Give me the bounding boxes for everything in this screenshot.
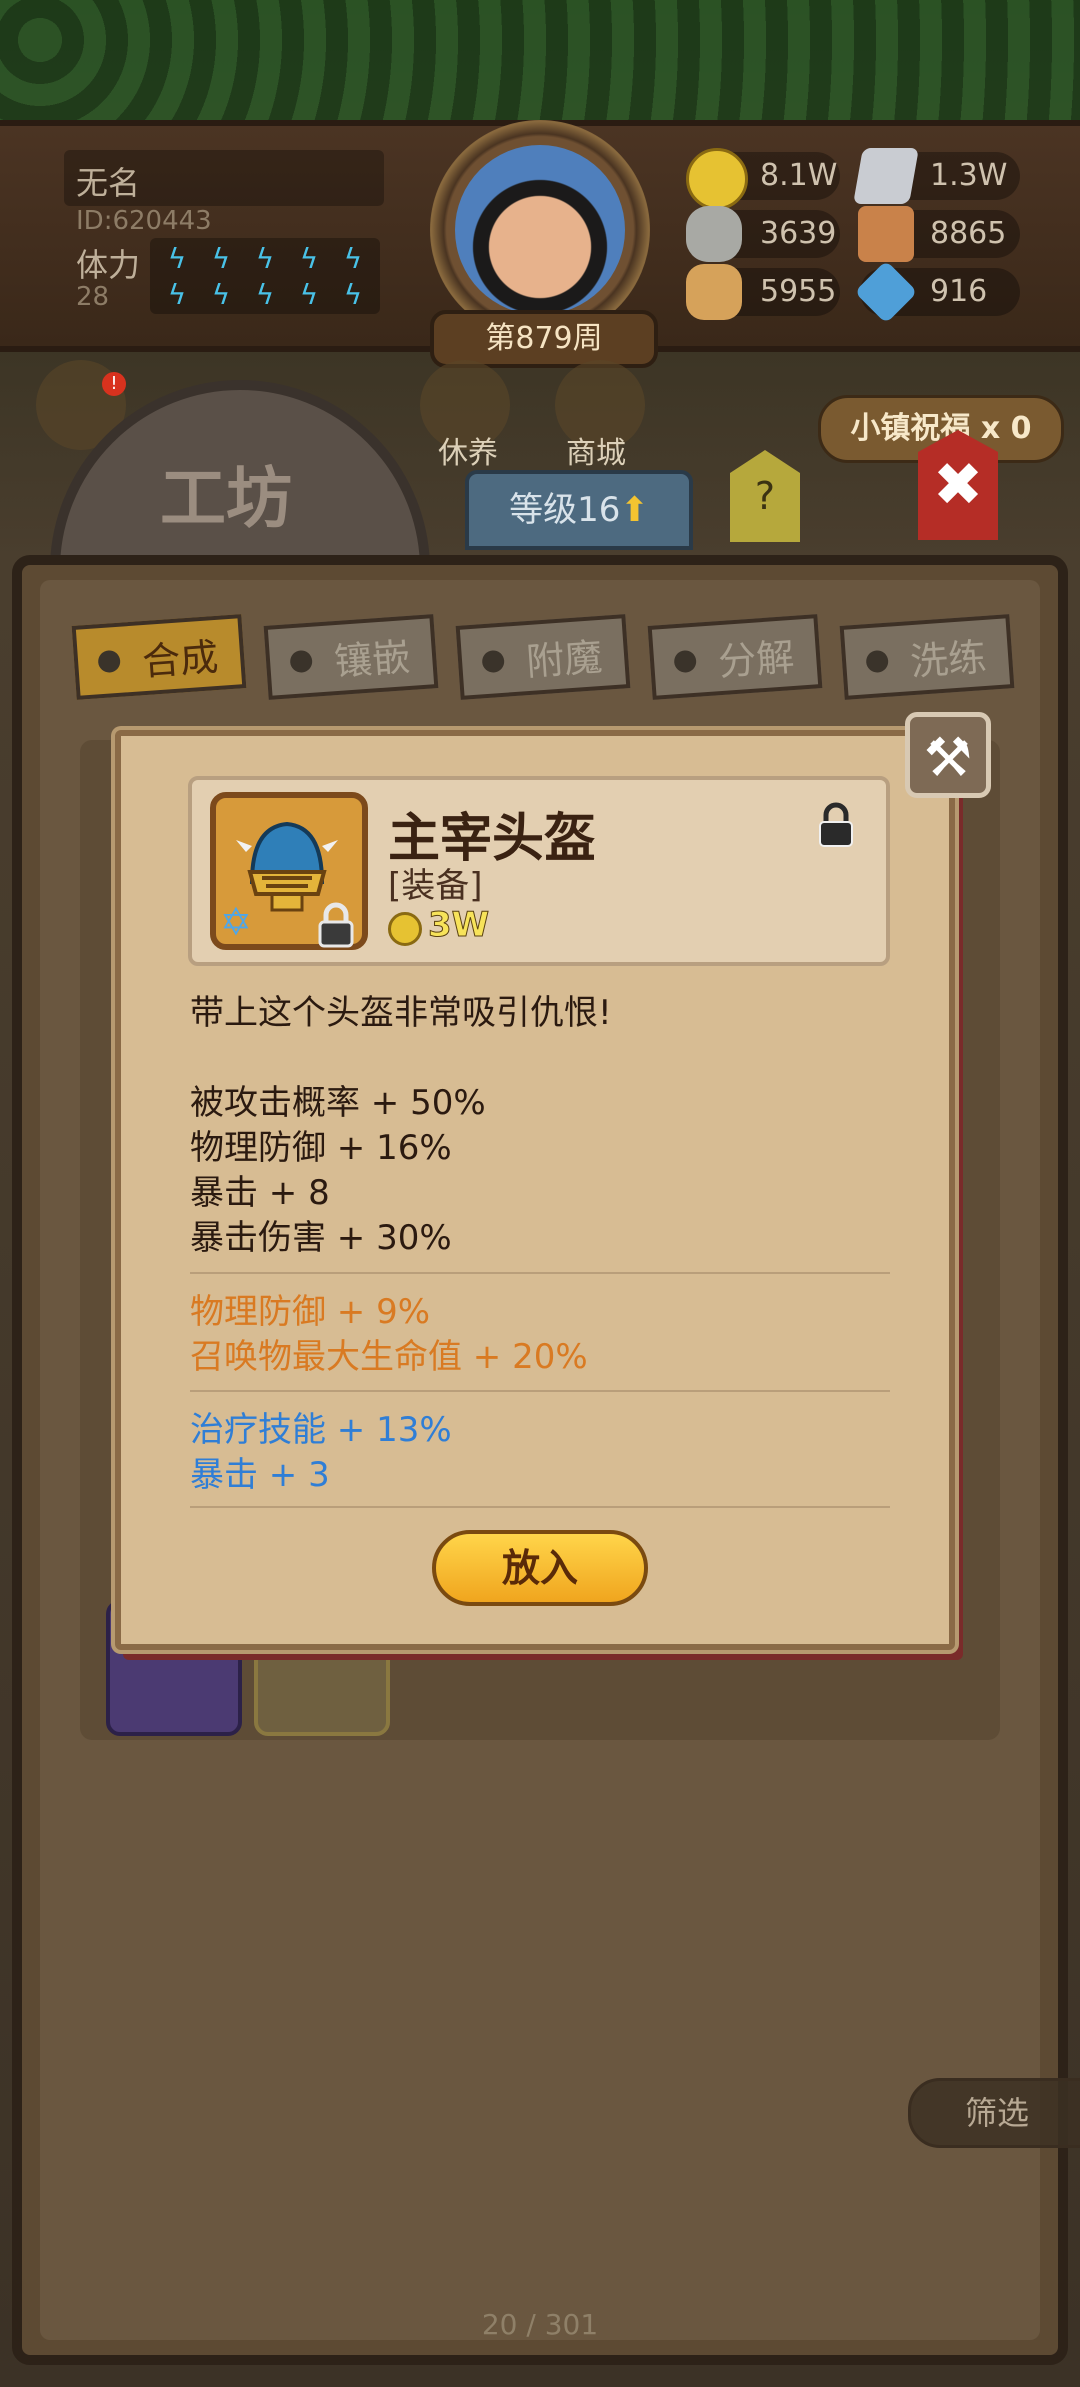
lock-icon (318, 902, 354, 948)
tab-label: 镶嵌 (332, 634, 412, 685)
tab-synthesis[interactable]: 合成 (71, 614, 247, 700)
tab-label: 附魔 (524, 634, 604, 685)
gold-coin-icon (388, 912, 422, 946)
star-of-david-icon: ✡ (220, 900, 252, 944)
stat-line-orange: 物理防御 + 9% (190, 1292, 431, 1332)
stamina-value: 28 (76, 282, 110, 312)
lightning-icon: ϟ (343, 242, 363, 275)
stat-line: 被攻击概率 + 50% (190, 1083, 486, 1123)
resource-value: 3639 (760, 216, 837, 251)
lightning-icon: ϟ (299, 278, 319, 311)
popup-close-button[interactable]: ⚒ (905, 712, 991, 798)
stat-line-blue: 暴击 + 3 (190, 1455, 330, 1495)
tab-decompose[interactable]: 分解 (647, 614, 823, 700)
resource-value: 8865 (930, 216, 1007, 251)
tab-dot (865, 649, 889, 674)
divider (190, 1390, 890, 1392)
rest-label[interactable]: 休养 (438, 428, 498, 472)
place-button[interactable]: 放入 (432, 1530, 648, 1606)
lightning-icon: ϟ (343, 278, 363, 311)
close-button[interactable]: ✖ (918, 430, 998, 540)
crossed-hammers-icon: ⚒ (923, 726, 973, 789)
level-label: 等级16 (509, 490, 621, 530)
stamina-bolts: ϟ ϟ ϟ ϟ ϟ ϟ ϟ ϟ ϟ ϟ (162, 244, 382, 310)
lightning-icon: ϟ (211, 242, 231, 275)
stat-line: 暴击 + 8 (190, 1173, 330, 1213)
stat-line-blue: 治疗技能 + 13% (190, 1410, 452, 1450)
leather-icon (858, 206, 914, 262)
lightning-icon: ϟ (211, 278, 231, 311)
tab-inlay[interactable]: 镶嵌 (263, 614, 439, 700)
page-indicator: 20 / 301 (481, 2308, 599, 2341)
alert-badge: ! (102, 372, 126, 396)
shop-label[interactable]: 商城 (566, 428, 626, 472)
tab-reforge[interactable]: 洗练 (839, 614, 1015, 700)
player-id: ID:620443 (76, 206, 212, 236)
item-price: 3W (427, 905, 490, 946)
arrow-up-icon: ⬆ (620, 490, 649, 530)
stat-line: 物理防御 + 16% (190, 1128, 452, 1168)
divider (190, 1506, 890, 1508)
item-description: 带上这个头盔非常吸引仇恨! (190, 993, 612, 1033)
resource-value: 1.3W (930, 158, 1008, 193)
tree-canopy (0, 0, 1080, 120)
stone-ore-icon (686, 206, 742, 262)
stamina-label: 体力 (76, 246, 141, 284)
tab-enchant[interactable]: 附魔 (455, 614, 631, 700)
resource-value: 8.1W (760, 158, 838, 193)
iron-ingot-icon (853, 148, 919, 204)
lightning-icon: ϟ (255, 242, 275, 275)
tab-label: 分解 (716, 634, 796, 685)
lightning-icon: ϟ (299, 242, 319, 275)
stat-line-orange: 召唤物最大生命值 + 20% (190, 1337, 588, 1377)
tab-dot (673, 649, 697, 674)
lightning-icon: ϟ (255, 278, 275, 311)
level-tab[interactable]: 等级16⬆ (465, 470, 693, 550)
tab-dot (289, 649, 313, 674)
filter-button[interactable]: 筛选 (908, 2078, 1080, 2148)
player-name: 无名 (76, 164, 141, 202)
lightning-icon: ϟ (167, 242, 187, 275)
workshop-title: 工坊 (160, 460, 292, 537)
resource-value: 5955 (760, 274, 837, 309)
item-type: [装备] (388, 866, 483, 906)
stat-line: 暴击伤害 + 30% (190, 1218, 452, 1258)
tab-label: 合成 (140, 634, 220, 685)
tab-dot (481, 649, 505, 674)
divider (190, 1272, 890, 1274)
resource-value: 916 (930, 274, 988, 309)
wood-log-icon (686, 264, 742, 320)
avatar[interactable] (455, 145, 625, 315)
close-icon: ✖ (932, 450, 984, 520)
lightning-icon: ϟ (167, 278, 187, 311)
gold-coin-icon (686, 148, 748, 210)
tab-dot (97, 649, 121, 674)
lock-toggle-icon[interactable] (816, 802, 856, 848)
tab-label: 洗练 (908, 634, 988, 685)
